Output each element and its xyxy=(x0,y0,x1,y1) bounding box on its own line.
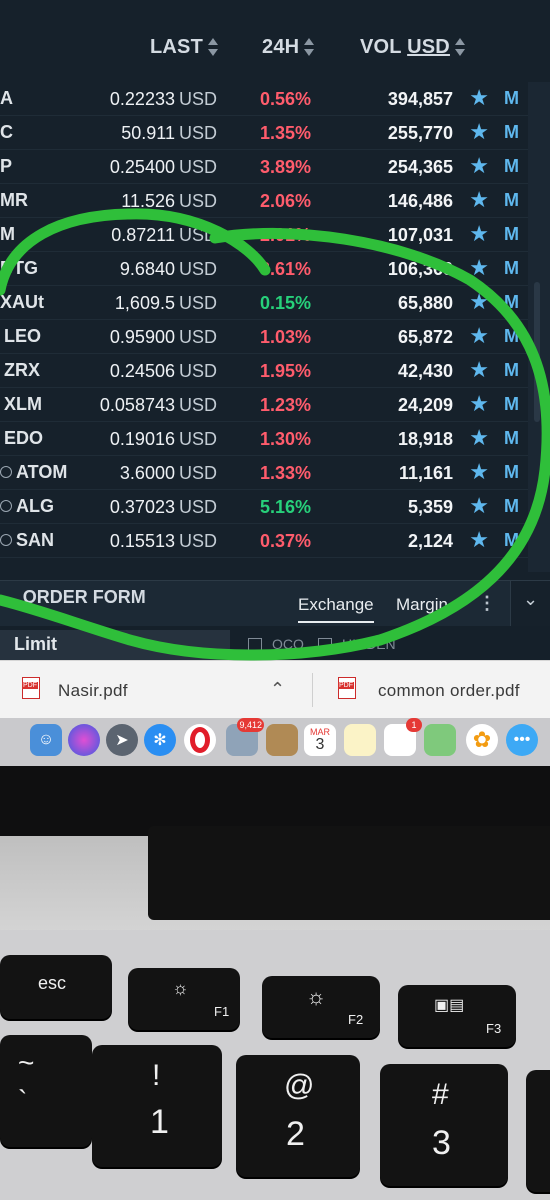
f2-key[interactable]: ☼ F2 xyxy=(262,976,380,1038)
tilde-top: ~ xyxy=(18,1047,35,1078)
calendar-day: 3 xyxy=(315,736,325,753)
launchpad-icon[interactable]: ➤ xyxy=(106,724,138,756)
f1-label: F1 xyxy=(214,1004,230,1019)
hinge-notch xyxy=(148,826,550,920)
finder-icon[interactable]: ☺ xyxy=(30,724,62,756)
tilde-key[interactable]: ~ ` xyxy=(0,1035,92,1147)
opera-icon[interactable] xyxy=(184,724,216,756)
photos-icon[interactable]: ✿ xyxy=(466,724,498,756)
mac-dock: ☺ ➤ ✻ 9,412 MAR 3 1 ✿ ••• xyxy=(0,718,550,766)
tilde-bottom: ` xyxy=(18,1085,28,1116)
f3-key[interactable]: ▣▤ F3 xyxy=(398,985,516,1047)
key-3[interactable]: # 3 xyxy=(380,1064,508,1186)
notes-icon[interactable] xyxy=(344,724,376,756)
safari-icon[interactable]: ✻ xyxy=(144,724,176,756)
contacts-icon[interactable] xyxy=(266,724,298,756)
key-2-bottom: 2 xyxy=(286,1115,305,1153)
messages-icon[interactable]: ••• xyxy=(506,724,538,756)
esc-label: esc xyxy=(38,973,67,993)
key-1-top: ! xyxy=(152,1059,161,1092)
maps-icon[interactable] xyxy=(424,724,456,756)
flower-icon: ✿ xyxy=(472,727,492,752)
key-1[interactable]: ! 1 xyxy=(92,1045,222,1167)
photos-app-icon[interactable]: 9,412 xyxy=(226,718,264,756)
key-4[interactable] xyxy=(526,1070,550,1192)
f2-label: F2 xyxy=(348,1012,364,1027)
brightness-up-icon: ☼ xyxy=(306,984,327,1009)
photos-badge: 9,412 xyxy=(237,718,264,732)
esc-key[interactable]: esc xyxy=(0,955,112,1019)
f1-key[interactable]: ☼ F1 xyxy=(128,968,240,1030)
marker-stroke xyxy=(0,208,550,661)
calendar-icon[interactable]: MAR 3 xyxy=(304,724,336,756)
key-2[interactable]: @ 2 xyxy=(236,1055,360,1177)
key-3-bottom: 3 xyxy=(432,1124,451,1162)
mission-control-icon: ▣▤ xyxy=(434,997,465,1014)
opera-ring-icon xyxy=(190,727,210,753)
key-2-top: @ xyxy=(284,1069,315,1102)
f3-label: F3 xyxy=(486,1021,502,1036)
key-1-bottom: 1 xyxy=(150,1103,169,1141)
reminders-badge: 1 xyxy=(406,718,422,732)
brightness-down-icon: ☼ xyxy=(172,978,189,998)
siri-icon[interactable] xyxy=(68,724,100,756)
key-3-top: # xyxy=(432,1078,449,1111)
reminders-icon[interactable]: 1 xyxy=(384,718,422,756)
photo-of-laptop: LAST 24H VOL USD A 0.22233 USD 0.56% 394,857… xyxy=(0,0,550,1200)
highlight-marker xyxy=(0,208,550,661)
